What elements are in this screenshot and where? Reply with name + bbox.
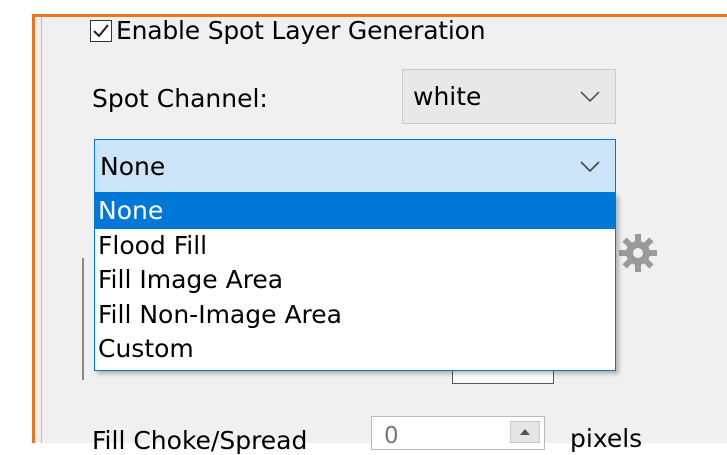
spot-channel-value: white bbox=[413, 82, 482, 111]
fill-type-select[interactable]: None bbox=[94, 139, 616, 193]
dropdown-option-custom[interactable]: Custom bbox=[95, 332, 615, 367]
enable-spot-layer-row[interactable]: Enable Spot Layer Generation bbox=[90, 16, 486, 45]
arrow-up-icon bbox=[520, 429, 530, 435]
pixels-unit-label: pixels bbox=[570, 424, 643, 453]
spot-channel-label: Spot Channel: bbox=[92, 84, 268, 113]
dropdown-option-fill-non-image-area[interactable]: Fill Non-Image Area bbox=[95, 298, 615, 333]
dropdown-option-fill-image-area[interactable]: Fill Image Area bbox=[95, 263, 615, 298]
enable-spot-layer-checkbox[interactable] bbox=[90, 19, 112, 42]
dropdown-option-flood-fill[interactable]: Flood Fill bbox=[95, 229, 615, 264]
panel-edge bbox=[41, 17, 42, 443]
fill-choke-spread-spinner[interactable]: 0 bbox=[371, 416, 545, 450]
checkmark-icon bbox=[93, 23, 109, 37]
fill-type-value: None bbox=[100, 151, 166, 181]
dropdown-option-none[interactable]: None bbox=[95, 194, 615, 229]
fill-choke-spread-value: 0 bbox=[384, 423, 399, 449]
enable-spot-layer-label: Enable Spot Layer Generation bbox=[116, 16, 486, 45]
fill-choke-spread-label: Fill Choke/Spread bbox=[92, 426, 308, 455]
spot-channel-select[interactable]: white bbox=[402, 69, 616, 124]
chevron-down-icon bbox=[579, 90, 601, 103]
chevron-down-icon bbox=[579, 160, 601, 173]
spin-up-button[interactable] bbox=[510, 421, 540, 443]
fill-type-dropdown-list[interactable]: None Flood Fill Fill Image Area Fill Non… bbox=[94, 193, 616, 371]
obscured-input-box bbox=[452, 370, 554, 384]
gear-icon[interactable] bbox=[617, 232, 659, 274]
